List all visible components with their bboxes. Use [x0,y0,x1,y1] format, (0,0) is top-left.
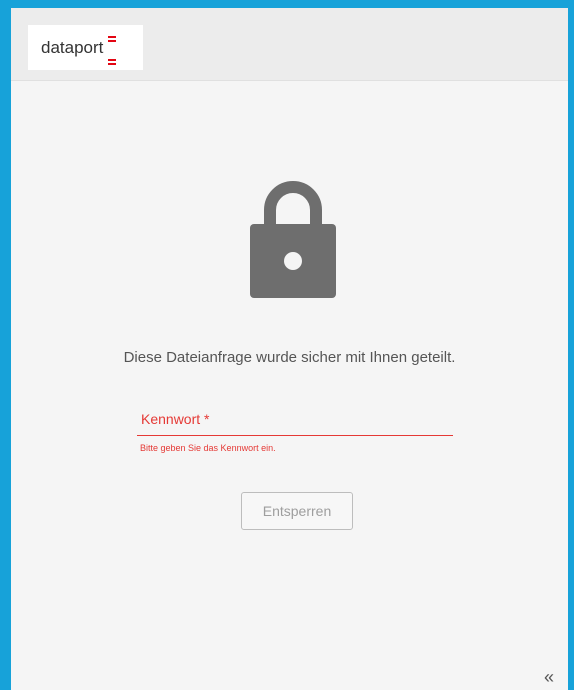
dataport-logo: dataport [28,25,143,70]
password-field[interactable]: Kennwort * [137,401,457,437]
password-error: Bitte geben Sie das Kennwort ein. [140,443,276,453]
collapse-icon[interactable]: « [544,667,554,688]
lock-icon [248,180,338,305]
app-frame: dataport Diese Dateianfrage wurde sicher… [0,0,574,690]
share-message: Diese Dateianfrage wurde sicher mit Ihne… [123,349,456,366]
header-bar: dataport [11,8,568,81]
main-content: Diese Dateianfrage wurde sicher mit Ihne… [11,81,568,690]
password-input[interactable] [137,401,457,437]
logo-text: dataport [41,38,104,57]
unlock-button[interactable]: Entsperren [241,492,353,530]
